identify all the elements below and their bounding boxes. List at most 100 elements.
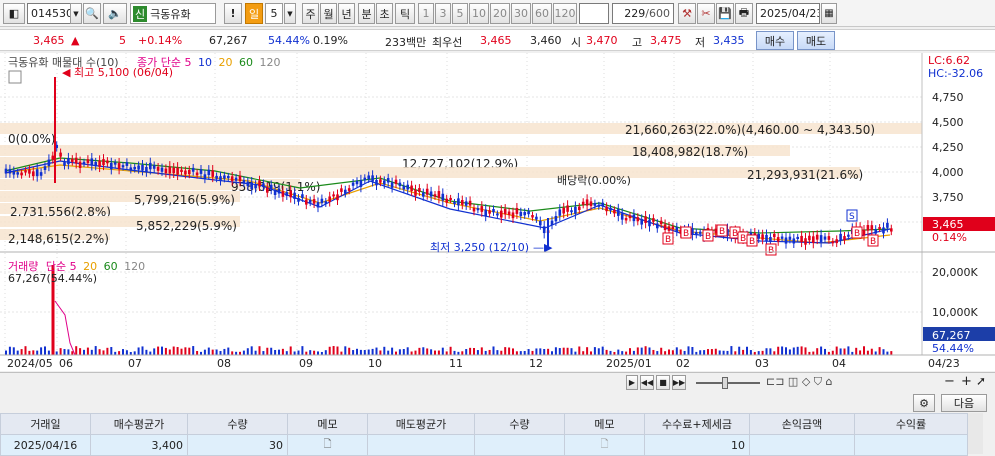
period-second-button[interactable]: 초 xyxy=(376,3,393,24)
change-percent: +0.14% xyxy=(138,34,183,47)
volume-bar xyxy=(164,347,167,355)
volume-bar xyxy=(519,351,522,355)
interval-10-button[interactable]: 10 xyxy=(469,3,489,24)
date-input[interactable]: 2025/04/23 xyxy=(756,3,820,24)
interval-custom-input[interactable] xyxy=(579,3,609,24)
search-icon[interactable]: 🔍 xyxy=(83,3,101,24)
cell-trade-date[interactable]: 2025/04/16 xyxy=(0,434,91,456)
stock-code-input[interactable]: 014530 xyxy=(27,3,71,24)
interval-20-button[interactable]: 20 xyxy=(490,3,510,24)
candle-body xyxy=(110,162,113,170)
hammer-icon[interactable]: ⚒ xyxy=(678,3,696,24)
nav-stop-icon[interactable]: ■ xyxy=(656,375,670,390)
stock-chart[interactable]: 0(0.0%) 21,660,263(22.0%)(4,460.00 ~ 4,34… xyxy=(0,53,995,371)
cell-return[interactable] xyxy=(854,434,968,456)
volume-bar xyxy=(28,350,31,355)
nav-play-back-icon[interactable]: ◀◀ xyxy=(640,375,654,390)
volume-bar xyxy=(504,347,507,355)
period-year-button[interactable]: 년 xyxy=(338,3,355,24)
period-tick-button[interactable]: 틱 xyxy=(395,3,415,24)
candle-body xyxy=(624,218,628,221)
cell-buy-memo[interactable]: 🗋 xyxy=(287,434,368,456)
speaker-icon[interactable]: 🔈 xyxy=(103,3,127,24)
zoom-out-icon[interactable]: − xyxy=(944,374,955,389)
interval-5-button[interactable]: 5 xyxy=(452,3,468,24)
stock-name-field[interactable]: 신 극동유화 xyxy=(130,3,216,24)
cell-buy-qty[interactable]: 30 xyxy=(187,434,288,456)
col-buy-memo[interactable]: 메모 xyxy=(287,413,368,435)
next-button[interactable]: 다음 xyxy=(941,394,987,412)
candle-body xyxy=(51,155,55,160)
buy-button[interactable]: 매수 xyxy=(756,31,794,50)
col-sell-qty[interactable]: 수량 xyxy=(474,413,565,435)
interval-30-button[interactable]: 30 xyxy=(511,3,531,24)
candle-body xyxy=(542,226,546,234)
candle-body xyxy=(406,184,409,190)
volume-bar xyxy=(746,346,748,355)
candle-body xyxy=(320,198,324,204)
volume-bar xyxy=(773,351,776,355)
period-n-select[interactable]: 5 xyxy=(265,3,283,24)
scissors-icon[interactable]: ✂ xyxy=(697,3,715,24)
marker-label: B xyxy=(665,235,671,245)
col-sell-memo[interactable]: 메모 xyxy=(564,413,645,435)
cell-fee-tax[interactable]: 10 xyxy=(644,434,750,456)
cell-sell-qty[interactable] xyxy=(474,434,565,456)
cell-sell-memo[interactable]: 🗋 xyxy=(564,434,645,456)
cell-sell-avg[interactable] xyxy=(367,434,475,456)
period-month-button[interactable]: 월 xyxy=(320,3,337,24)
interval-1-button[interactable]: 1 xyxy=(418,3,434,24)
col-buy-qty[interactable]: 수량 xyxy=(187,413,288,435)
period-day-button[interactable]: 일 xyxy=(245,3,263,24)
zoom-in-icon[interactable]: + xyxy=(961,374,972,389)
interval-120-button[interactable]: 120 xyxy=(553,3,577,24)
candle-body xyxy=(180,169,183,173)
col-pnl[interactable]: 손익금액 xyxy=(749,413,855,435)
grid-toggle-icon[interactable] xyxy=(8,70,22,84)
table-scrollbar[interactable] xyxy=(967,413,983,454)
volume-bar xyxy=(554,347,557,355)
marker-label: B xyxy=(705,232,711,242)
memo-icon[interactable]: 🗋 xyxy=(600,439,608,450)
col-return[interactable]: 수익률 xyxy=(854,413,968,435)
candle-body xyxy=(281,191,285,197)
save-icon[interactable]: 💾 xyxy=(716,3,734,24)
candle-body xyxy=(242,180,246,184)
volume-bar xyxy=(453,350,456,355)
nav-play-forward-icon[interactable]: ▶▶ xyxy=(672,375,686,390)
col-trade-date[interactable]: 거래일 xyxy=(0,413,91,435)
chart-area[interactable]: 0(0.0%) 21,660,263(22.0%)(4,460.00 ~ 4,34… xyxy=(0,53,995,371)
col-buy-avg[interactable]: 매수평균가 xyxy=(90,413,188,435)
zoom-slider[interactable] xyxy=(696,382,760,384)
col-fee-tax[interactable]: 수수료+제세금 xyxy=(644,413,750,435)
col-sell-avg[interactable]: 매도평균가 xyxy=(367,413,475,435)
cell-pnl[interactable] xyxy=(749,434,855,456)
volume-bar xyxy=(157,346,160,355)
scroll-right-icon[interactable]: ▶ xyxy=(626,375,638,390)
volume-bar xyxy=(293,351,296,355)
period-n-dropdown-icon[interactable]: ▼ xyxy=(284,3,296,24)
memo-icon[interactable]: 🗋 xyxy=(323,439,331,450)
expand-icon[interactable]: ➚ xyxy=(976,374,986,388)
settings-icon[interactable]: ⚙ xyxy=(913,394,935,412)
volume-bar xyxy=(59,348,62,355)
chart-menu-icon[interactable]: ◧ xyxy=(3,3,25,24)
table-header-row: 거래일 매수평균가 수량 메모 매도평균가 수량 메모 수수료+제세금 손익금액… xyxy=(0,413,968,435)
exclamation-button[interactable]: ! xyxy=(224,3,242,24)
code-dropdown-icon[interactable]: ▼ xyxy=(70,3,82,24)
table-row[interactable]: 2025/04/16 3,400 30 🗋 🗋 10 xyxy=(0,434,968,456)
calendar-icon[interactable]: ▦ xyxy=(821,3,837,24)
data-count-field[interactable]: 229/600 xyxy=(612,3,674,24)
period-week-button[interactable]: 주 xyxy=(302,3,319,24)
volume-bar xyxy=(574,351,577,355)
cell-buy-avg[interactable]: 3,400 xyxy=(90,434,188,456)
chart-tools-icon[interactable]: ⊏⊐ ◫ ◇ ⛉ ⌂ xyxy=(766,375,833,389)
print-icon[interactable]: 🖶 xyxy=(735,3,753,24)
candle-body xyxy=(246,181,250,187)
interval-60-button[interactable]: 60 xyxy=(532,3,552,24)
sell-button[interactable]: 매도 xyxy=(797,31,835,50)
interval-3-button[interactable]: 3 xyxy=(435,3,451,24)
period-minute-button[interactable]: 분 xyxy=(358,3,375,24)
volume-bar xyxy=(161,346,163,355)
zoom-slider-thumb[interactable] xyxy=(722,377,728,389)
